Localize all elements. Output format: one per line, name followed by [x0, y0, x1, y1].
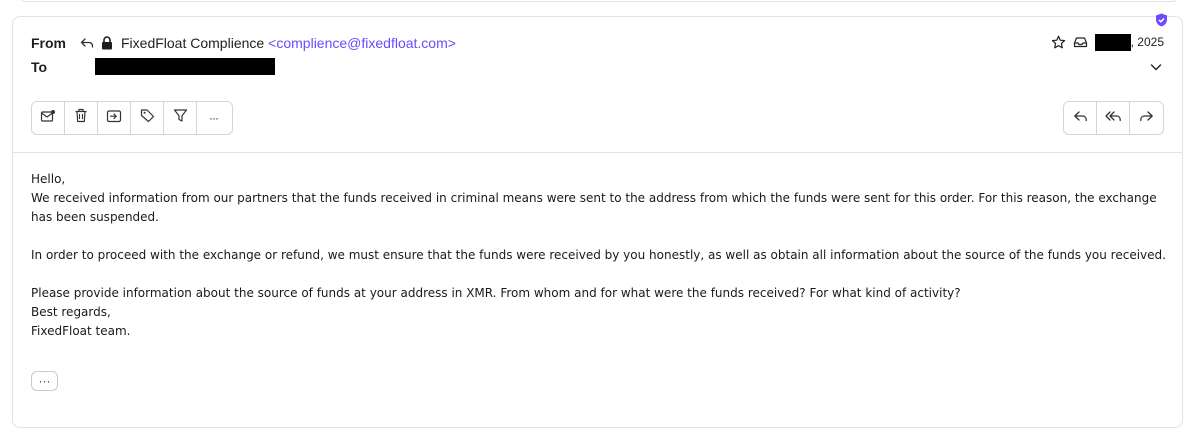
- greeting: Hello,: [31, 172, 66, 186]
- delete-button[interactable]: [65, 102, 98, 134]
- more-icon: ···: [209, 111, 219, 125]
- reply-actions: [1063, 101, 1164, 135]
- message-header: From FixedFloat Complience <complience@f…: [13, 13, 1182, 153]
- signature: FixedFloat team.: [31, 324, 131, 338]
- mark-unread-button[interactable]: [32, 102, 65, 134]
- body-paragraph-1: We received information from our partner…: [31, 191, 1157, 224]
- message-toolbar: ···: [31, 101, 233, 135]
- from-label: From: [31, 35, 66, 51]
- redacted-recipient: [95, 58, 275, 75]
- ellipsis-icon: ···: [38, 374, 51, 388]
- reply-icon: [1073, 109, 1088, 128]
- from-row: From FixedFloat Complience <complience@f…: [31, 33, 456, 53]
- chevron-down-icon[interactable]: [1148, 59, 1164, 75]
- reply-all-icon: [1104, 109, 1122, 128]
- to-label: To: [31, 59, 48, 75]
- to-row: To: [31, 57, 275, 77]
- message-date-year: , 2025: [1130, 35, 1164, 49]
- redacted-date: [1094, 33, 1131, 51]
- show-quoted-text-button[interactable]: ···: [31, 371, 58, 391]
- tag-icon: [140, 108, 155, 128]
- label-button[interactable]: [131, 102, 164, 134]
- verified-shield-icon: [1155, 13, 1168, 27]
- forward-button[interactable]: [1130, 102, 1163, 134]
- sender-email[interactable]: <complience@fixedfloat.com>: [268, 35, 456, 51]
- closing: Best regards,: [31, 305, 111, 319]
- move-folder-icon: [106, 109, 122, 128]
- message-card: From FixedFloat Complience <complience@f…: [12, 13, 1183, 428]
- body-paragraph-2: In order to proceed with the exchange or…: [31, 248, 1166, 262]
- reply-button[interactable]: [1064, 102, 1097, 134]
- message-body: Hello, We received information from our …: [31, 170, 1166, 341]
- filter-icon: [173, 108, 188, 128]
- trash-icon: [74, 108, 88, 128]
- message-meta: , 2025: [1051, 32, 1164, 52]
- reply-all-button[interactable]: [1097, 102, 1130, 134]
- inbox-location-icon: [1073, 34, 1089, 50]
- body-paragraph-3: Please provide information about the sou…: [31, 286, 961, 300]
- filter-button[interactable]: [164, 102, 197, 134]
- previous-message-card: [20, 0, 1178, 2]
- lock-icon: [99, 35, 115, 51]
- replied-icon: [79, 35, 95, 51]
- star-icon[interactable]: [1051, 34, 1067, 50]
- sender-name[interactable]: FixedFloat Complience: [121, 35, 264, 51]
- more-actions-button[interactable]: ···: [197, 102, 230, 134]
- mark-unread-icon: [40, 109, 56, 128]
- move-to-folder-button[interactable]: [98, 102, 131, 134]
- forward-icon: [1139, 109, 1154, 128]
